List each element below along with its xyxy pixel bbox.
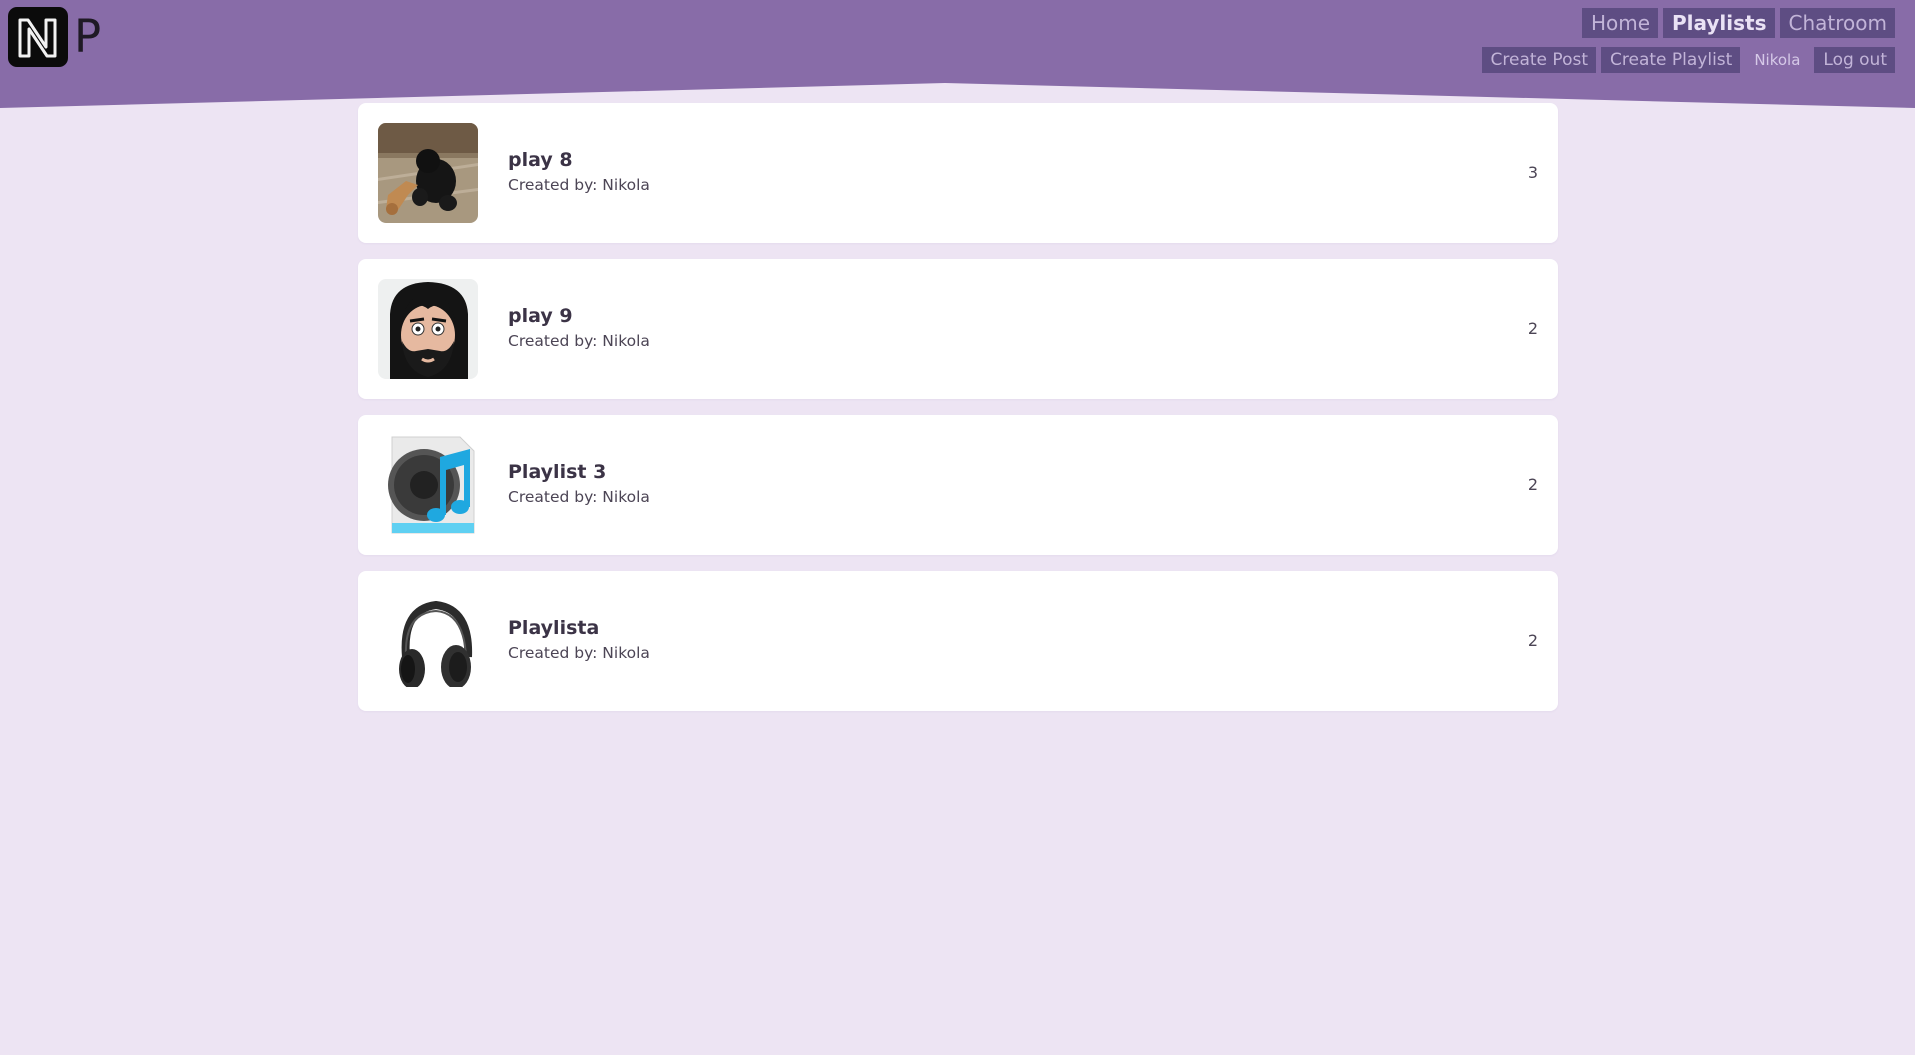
playlist-thumbnail (378, 123, 478, 223)
user-actions: Create Post Create Playlist Nikola Log o… (1481, 47, 1895, 73)
playlist-song-count: 2 (1527, 475, 1538, 494)
main-nav: Home Playlists Chatroom (1581, 8, 1895, 38)
speaker-music-icon (378, 435, 478, 535)
playlist-thumbnail (378, 591, 478, 691)
playlist-song-count: 3 (1527, 163, 1538, 182)
playlist-song-count: 2 (1527, 631, 1538, 650)
user-name[interactable]: Nikola (1745, 51, 1809, 69)
create-playlist-button[interactable]: Create Playlist (1601, 47, 1741, 73)
nav-chatroom[interactable]: Chatroom (1779, 8, 1895, 38)
create-post-button[interactable]: Create Post (1481, 47, 1596, 73)
playlist-card[interactable]: play 8 Created by: Nikola 3 (358, 103, 1558, 243)
playlist-creator: Created by: Nikola (508, 488, 650, 506)
playlist-card[interactable]: Playlista Created by: Nikola 2 (358, 571, 1558, 711)
playlist-creator: Created by: Nikola (508, 644, 650, 662)
playlist-song-count: 2 (1527, 319, 1538, 338)
playlist-card[interactable]: Playlist 3 Created by: Nikola 2 (358, 415, 1558, 555)
dog-photo-image (378, 123, 478, 223)
logo-text: P (74, 10, 102, 63)
playlist-title: Playlist 3 (508, 461, 607, 483)
headphones-image (378, 591, 478, 691)
playlist-thumbnail (378, 279, 478, 379)
site-header: P Home Playlists Chatroom Create Post Cr… (0, 0, 1915, 110)
bearded-avatar-image (378, 279, 478, 379)
nav-home[interactable]: Home (1581, 8, 1658, 38)
playlist-title: play 9 (508, 305, 573, 327)
playlist-thumbnail (378, 435, 478, 535)
nav-playlists[interactable]: Playlists (1663, 8, 1775, 38)
playlist-card[interactable]: play 9 Created by: Nikola 2 (358, 259, 1558, 399)
playlist-list: play 8 Created by: Nikola 3 play 9 Creat… (358, 103, 1558, 727)
playlist-creator: Created by: Nikola (508, 332, 650, 350)
playlist-title: play 8 (508, 149, 573, 171)
logo-icon[interactable] (8, 7, 68, 67)
playlist-creator: Created by: Nikola (508, 176, 650, 194)
playlist-title: Playlista (508, 617, 600, 639)
logout-button[interactable]: Log out (1814, 47, 1895, 73)
